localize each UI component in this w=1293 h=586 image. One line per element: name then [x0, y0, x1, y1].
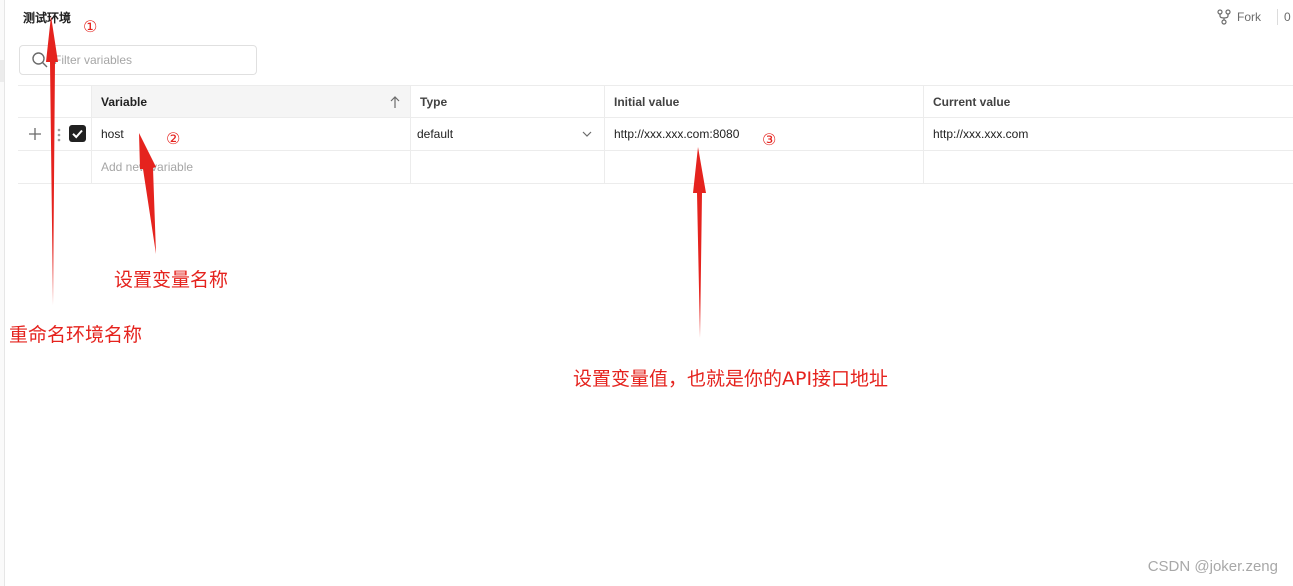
row-controls	[18, 118, 91, 150]
table-row: host default http://xxx.xxx.com:8080 htt…	[18, 118, 1293, 151]
filter-variables-box	[19, 45, 257, 75]
watermark: CSDN @joker.zeng	[1147, 558, 1278, 575]
current-value-cell[interactable]: http://xxx.xxx.com	[923, 118, 1293, 150]
column-header-current-value: Current value	[923, 86, 1293, 117]
variable-name: host	[101, 127, 124, 141]
add-current-value-cell[interactable]	[923, 151, 1293, 183]
annotation-marker-1: ①	[83, 17, 98, 36]
left-panel-marker	[0, 60, 4, 82]
fork-label: Fork	[1237, 10, 1261, 24]
variables-table: Variable Type Initial value Current valu…	[18, 85, 1293, 184]
column-header-initial-value: Initial value	[604, 86, 923, 117]
arrow-up-icon[interactable]	[389, 95, 401, 109]
left-panel-edge	[0, 0, 5, 586]
fork-button[interactable]: Fork	[1217, 8, 1261, 26]
annotation-set-variable-name: 设置变量名称	[114, 269, 229, 291]
add-variable-row: Add new variable	[18, 151, 1293, 184]
search-icon	[32, 52, 48, 68]
checkbox-checked-icon[interactable]	[69, 125, 86, 142]
header-actions: Fork 0	[1203, 0, 1293, 34]
chevron-down-icon	[582, 131, 592, 137]
variable-name-cell[interactable]: host	[91, 118, 410, 150]
drag-handle-icon[interactable]	[56, 127, 62, 143]
annotation-rename-environment: 重命名环境名称	[9, 324, 143, 346]
current-value: http://xxx.xxx.com	[933, 127, 1029, 141]
column-header-variable-label: Variable	[101, 94, 148, 109]
table-header-row: Variable Type Initial value Current valu…	[18, 85, 1293, 118]
filter-variables-input[interactable]	[52, 47, 246, 73]
plus-icon[interactable]	[27, 126, 43, 142]
column-header-type: Type	[410, 86, 604, 117]
annotation-marker-2: ②	[166, 129, 181, 148]
add-initial-value-cell[interactable]	[604, 151, 923, 183]
annotation-set-variable-value: 设置变量值，也就是你的API接口地址	[573, 368, 889, 390]
add-variable-placeholder: Add new variable	[101, 160, 194, 174]
type-select[interactable]: default	[417, 118, 593, 150]
fork-divider	[1277, 9, 1278, 25]
fork-icon	[1217, 9, 1231, 25]
initial-value: http://xxx.xxx.com:8080	[614, 127, 740, 141]
column-header-variable[interactable]: Variable	[91, 86, 410, 117]
fork-count: 0	[1284, 10, 1291, 24]
type-value: default	[417, 127, 454, 141]
type-cell: default	[410, 118, 604, 150]
add-variable-cell[interactable]: Add new variable	[91, 151, 410, 183]
environment-title[interactable]: 测试环境	[23, 9, 71, 26]
add-type-cell[interactable]	[410, 151, 604, 183]
annotation-marker-3: ③	[762, 130, 777, 149]
